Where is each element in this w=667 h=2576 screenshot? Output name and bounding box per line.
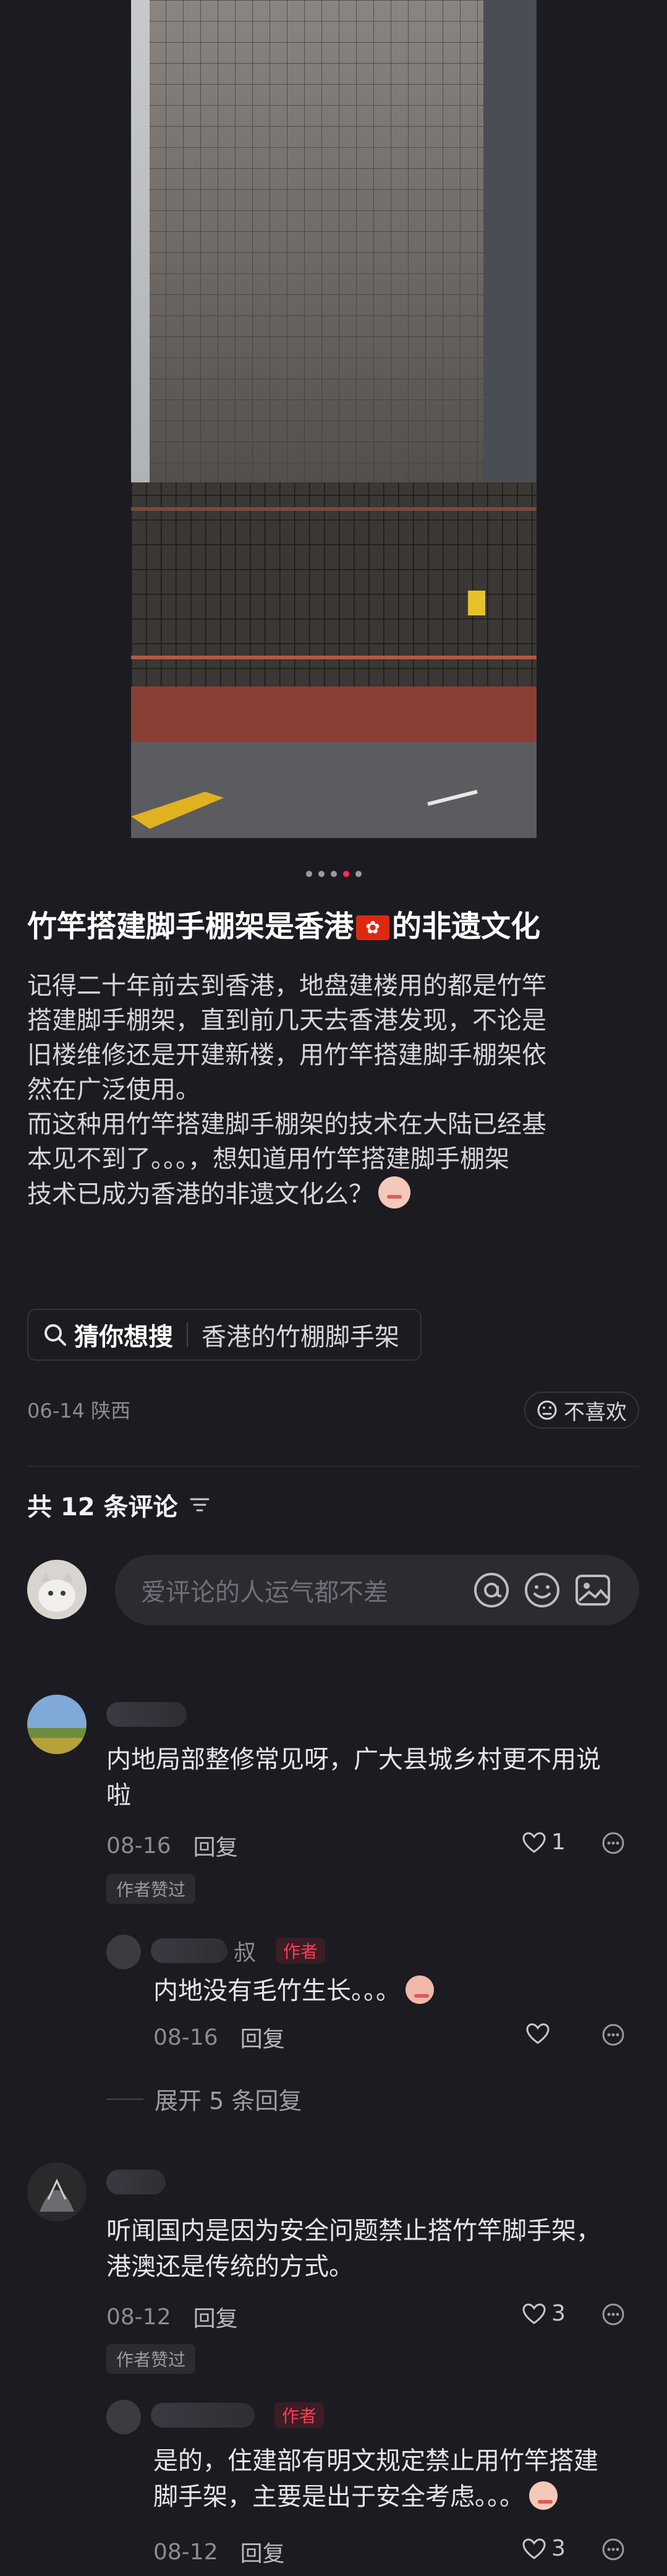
comment-input[interactable]: 爱评论的人运气都不差 bbox=[115, 1555, 639, 1625]
comment-date: 08-12 bbox=[106, 2304, 171, 2330]
comments-header: 共 12 条评论 bbox=[27, 1487, 210, 1523]
reply-text-content: 内地没有毛竹生长。。。 bbox=[153, 1977, 401, 2005]
post-title: 竹竿搭建脚手棚架是香港 的非遗文化 bbox=[27, 907, 645, 946]
reply-button[interactable]: 回复 bbox=[240, 2021, 285, 2053]
blush-emoji-icon bbox=[378, 1176, 410, 1209]
author-liked-badge: 作者赞过 bbox=[106, 1874, 196, 1904]
more-options-icon[interactable] bbox=[601, 2537, 626, 2562]
reply-meta: 08-16 回复 bbox=[153, 2021, 285, 2053]
heart-icon[interactable] bbox=[525, 2022, 550, 2045]
post-image[interactable] bbox=[131, 0, 537, 838]
sort-icon[interactable] bbox=[189, 1496, 210, 1514]
tired-emoji-icon bbox=[406, 1975, 434, 2004]
carousel-dot[interactable] bbox=[318, 871, 325, 877]
reply-button[interactable]: 回复 bbox=[193, 1829, 238, 1862]
reply-avatar[interactable] bbox=[106, 1935, 141, 1969]
reply-text: 是的，住建部有明文规定禁止用竹竿搭建 脚手架，主要是出于安全考虑。。。 bbox=[153, 2443, 642, 2515]
more-options-icon[interactable] bbox=[601, 2302, 626, 2327]
carousel-dot[interactable] bbox=[305, 871, 312, 877]
title-text-part1: 竹竿搭建脚手棚架是香港 bbox=[27, 909, 354, 944]
dislike-label: 不喜欢 bbox=[564, 1400, 627, 1425]
expand-line bbox=[106, 2098, 143, 2100]
post-date: 06-14 bbox=[27, 1399, 85, 1423]
carousel-dot[interactable] bbox=[342, 871, 349, 877]
image-icon[interactable] bbox=[572, 1570, 613, 1611]
post-body: 记得二十年前去到香港，地盘建楼用的都是竹竿 搭建脚手棚架，直到前几天去香港发现，… bbox=[27, 969, 639, 1212]
related-search-pill[interactable]: 猜你想搜 香港的竹棚脚手架 bbox=[27, 1309, 422, 1361]
heart-icon bbox=[522, 2538, 546, 2559]
reply-date: 08-12 bbox=[153, 2539, 218, 2565]
heart-icon bbox=[522, 1831, 546, 1853]
like-count: 3 bbox=[551, 2301, 566, 2326]
reply-author-name[interactable] bbox=[151, 1938, 227, 1963]
like-count: 3 bbox=[551, 2536, 566, 2561]
reply-header: 叔 作者 bbox=[151, 1935, 326, 1967]
search-icon bbox=[45, 1324, 66, 1346]
author-tag: 作者 bbox=[276, 1938, 326, 1964]
reply-button[interactable]: 回复 bbox=[193, 2301, 238, 2333]
carousel-indicator[interactable] bbox=[0, 871, 667, 883]
heart-icon bbox=[522, 2303, 546, 2324]
expand-replies-button[interactable]: 展开 5 条回复 bbox=[106, 2082, 302, 2116]
commenter-name[interactable] bbox=[106, 1702, 187, 1727]
hong-kong-flag-icon bbox=[356, 915, 390, 940]
search-suggestion-query[interactable]: 香港的竹棚脚手架 bbox=[202, 1317, 399, 1353]
more-options-icon[interactable] bbox=[601, 2022, 626, 2047]
blush-emoji-icon bbox=[529, 2481, 558, 2510]
post-body-paragraph-1: 记得二十年前去到香港，地盘建楼用的都是竹竿 搭建脚手棚架，直到前几天去香港发现，… bbox=[27, 972, 546, 1104]
reply-header: 作者 bbox=[151, 2402, 325, 2428]
commenter-name[interactable] bbox=[106, 2170, 166, 2194]
author-tag: 作者 bbox=[274, 2402, 325, 2428]
reply-author-name[interactable] bbox=[151, 2403, 255, 2428]
post-meta: 06-14 陕西 bbox=[27, 1395, 130, 1424]
post-body-paragraph-2: 而这种用竹竿搭建脚手棚架的技术在大陆已经基 本见不到了。。。，想知道用竹竿搭建脚… bbox=[27, 1110, 546, 1209]
carousel-dot[interactable] bbox=[355, 871, 362, 877]
sad-face-icon bbox=[537, 1400, 557, 1420]
reply-button[interactable]: 回复 bbox=[240, 2536, 285, 2568]
commenter-avatar[interactable] bbox=[27, 2162, 87, 2222]
expand-replies-label: 展开 5 条回复 bbox=[155, 2087, 302, 2115]
commenter-avatar[interactable] bbox=[27, 1695, 87, 1754]
title-text-part2: 的非遗文化 bbox=[392, 909, 541, 944]
reply-text: 内地没有毛竹生长。。。 bbox=[153, 1973, 434, 2009]
comment-input-placeholder: 爱评论的人运气都不差 bbox=[141, 1578, 388, 1607]
comment-date: 08-16 bbox=[106, 1833, 171, 1859]
post-location: 陕西 bbox=[91, 1399, 131, 1423]
mention-icon[interactable] bbox=[471, 1570, 512, 1611]
carousel-dot[interactable] bbox=[330, 871, 337, 877]
like-button[interactable]: 3 bbox=[522, 2536, 566, 2561]
reply-date: 08-16 bbox=[153, 2024, 218, 2050]
comment-meta: 08-12 回复 bbox=[106, 2301, 238, 2333]
like-button[interactable]: 3 bbox=[522, 2301, 566, 2326]
comments-count: 共 12 条评论 bbox=[27, 1493, 178, 1521]
like-count: 1 bbox=[551, 1829, 566, 1855]
comment-text: 听闻国内是因为安全问题禁止搭竹竿脚手架， 港澳还是传统的方式。 bbox=[106, 2217, 601, 2281]
emoji-icon[interactable] bbox=[522, 1570, 563, 1611]
reply-author-name-suffix: 叔 bbox=[234, 1940, 257, 1966]
reply-avatar[interactable] bbox=[106, 2400, 141, 2434]
comment-text: 内地局部整修常见呀，广大县城乡村更不用说 啦 bbox=[106, 1745, 601, 1810]
section-divider bbox=[27, 1466, 639, 1467]
search-divider bbox=[187, 1322, 188, 1347]
comment-meta: 08-16 回复 bbox=[106, 1829, 238, 1862]
search-suggestion-label: 猜你想搜 bbox=[74, 1323, 173, 1351]
like-button[interactable]: 1 bbox=[522, 1829, 566, 1855]
dislike-button[interactable]: 不喜欢 bbox=[524, 1392, 639, 1429]
more-options-icon[interactable] bbox=[601, 1831, 626, 1855]
author-liked-badge: 作者赞过 bbox=[106, 2344, 196, 2374]
reply-meta: 08-12 回复 bbox=[153, 2536, 285, 2568]
my-avatar[interactable] bbox=[27, 1560, 87, 1619]
